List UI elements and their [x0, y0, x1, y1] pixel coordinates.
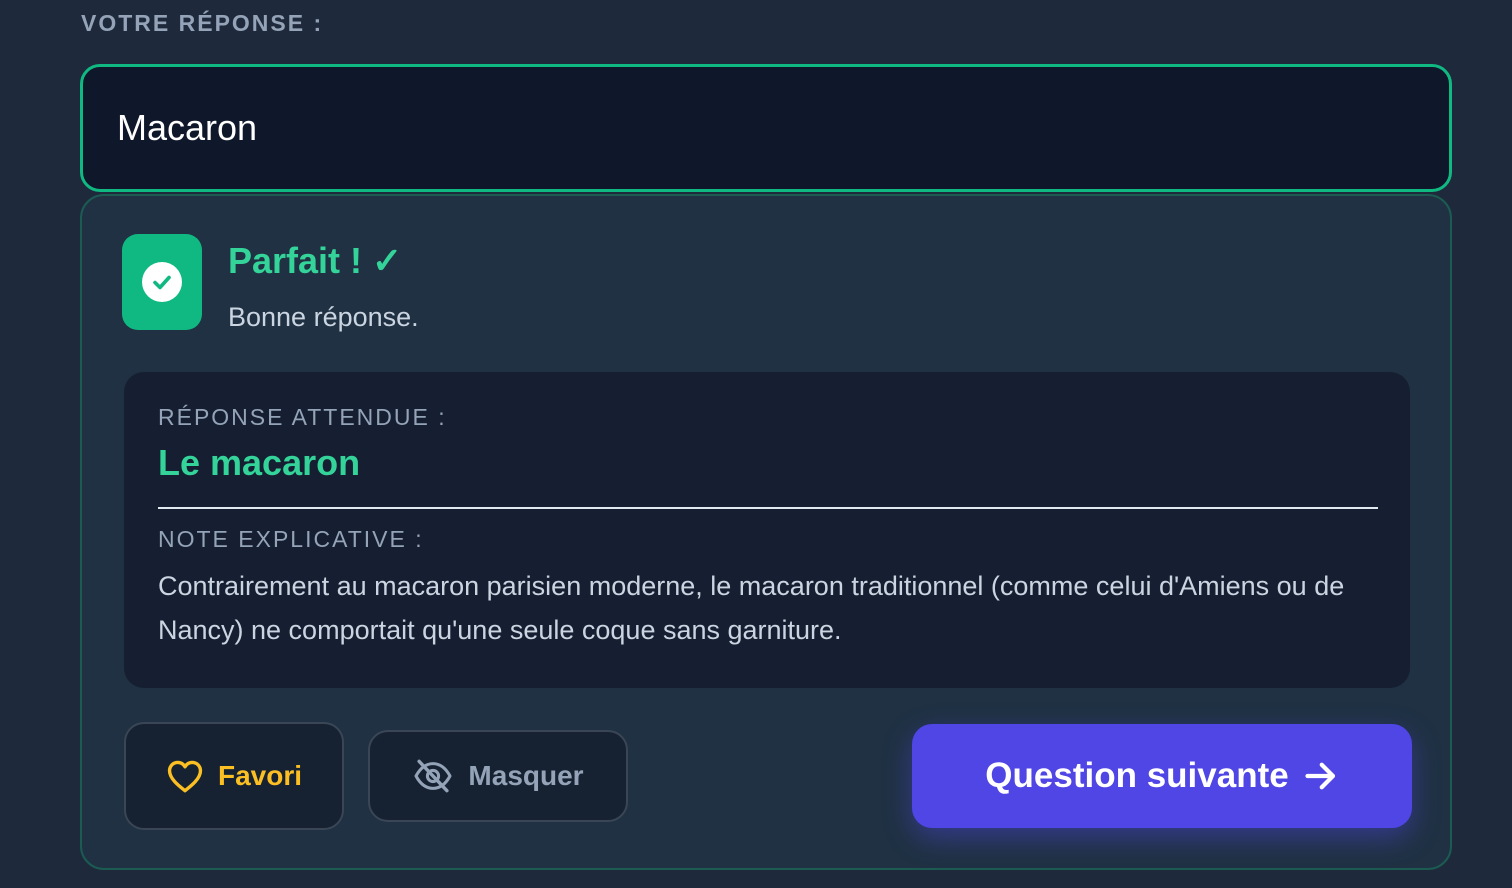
note-label: NOTE EXPLICATIVE : — [158, 526, 424, 552]
success-title: Parfait ! ✓ — [228, 240, 403, 281]
success-subtitle: Bonne réponse. — [228, 302, 419, 332]
favorite-label: Favori — [217, 760, 303, 791]
heart-icon — [166, 759, 204, 793]
answer-label: VOTRE RÉPONSE : — [81, 10, 324, 36]
expected-answer-value: Le macaron — [158, 442, 361, 483]
arrow-right-icon — [1303, 761, 1339, 791]
favorite-button[interactable]: Favori — [124, 722, 344, 830]
divider — [158, 507, 1378, 509]
eye-off-icon — [412, 759, 454, 793]
note-text: Contrairement au macaron parisien modern… — [158, 571, 1345, 645]
feedback-card: Parfait ! ✓ Bonne réponse. RÉPONSE ATTEN… — [80, 194, 1452, 870]
expected-answer-box: RÉPONSE ATTENDUE : Le macaron NOTE EXPLI… — [124, 372, 1410, 688]
next-question-button[interactable]: Question suivante — [912, 724, 1412, 828]
expected-answer-label: RÉPONSE ATTENDUE : — [158, 404, 447, 430]
next-question-label: Question suivante — [985, 756, 1289, 795]
success-badge — [122, 234, 202, 330]
check-circle-icon — [142, 262, 182, 302]
hide-label: Masquer — [468, 760, 584, 791]
answer-input[interactable] — [80, 64, 1452, 192]
hide-button[interactable]: Masquer — [368, 730, 628, 822]
